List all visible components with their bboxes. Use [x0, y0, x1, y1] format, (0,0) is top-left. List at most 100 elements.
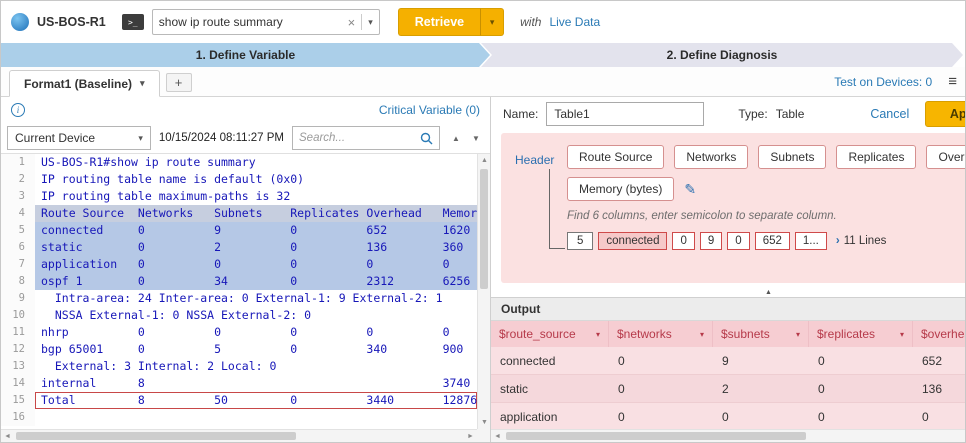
code-line[interactable]: 8ospf 1 0 34 0 2312 6256	[1, 273, 477, 290]
scroll-up-icon[interactable]: ▲	[478, 154, 490, 167]
collapse-row: ▲	[491, 287, 966, 297]
table-row[interactable]: application0000	[491, 403, 966, 429]
critical-variable-link[interactable]: Critical Variable (0)	[379, 103, 480, 117]
search-icon[interactable]	[420, 132, 433, 145]
sample-line-number[interactable]: 5	[567, 232, 593, 250]
table-name-input[interactable]	[546, 102, 704, 126]
sample-value-chip[interactable]: 652	[755, 232, 790, 250]
panel-actions: Cancel Apply ≡	[870, 101, 966, 127]
live-data-link[interactable]: Live Data	[549, 15, 600, 29]
output-column-header[interactable]: $replicates▾	[809, 321, 913, 347]
scrollbar-thumb[interactable]	[16, 432, 296, 440]
sample-value-chip[interactable]: 0	[672, 232, 694, 250]
sample-value-chip[interactable]: 0	[727, 232, 749, 250]
code-line[interactable]: 13 External: 3 Internal: 2 Local: 0	[1, 358, 477, 375]
sample-value-chip[interactable]: connected	[598, 232, 667, 250]
code-text	[35, 409, 477, 426]
format-tabs-row: Format1 (Baseline) ▾ + Test on Devices: …	[1, 67, 965, 97]
add-format-tab-button[interactable]: +	[166, 73, 192, 92]
line-number: 10	[1, 307, 35, 324]
device-name: US-BOS-R1	[37, 15, 106, 29]
table-cell: static	[491, 375, 609, 402]
output-column-header[interactable]: $overhead▾	[913, 321, 966, 347]
code-line[interactable]: 6static 0 2 0 136 360	[1, 239, 477, 256]
line-number: 6	[1, 239, 35, 256]
table-settings-bar: Name: Type: Table Cancel Apply ≡	[491, 97, 966, 131]
code-line[interactable]: 12bgp 65001 0 5 0 340 900	[1, 341, 477, 358]
column-chip[interactable]: Subnets	[758, 145, 826, 169]
scroll-left-icon[interactable]: ◄	[1, 430, 14, 442]
column-chip[interactable]: Route Source	[567, 145, 664, 169]
line-number: 4	[1, 205, 35, 222]
code-line[interactable]: 5connected 0 9 0 652 1620	[1, 222, 477, 239]
code-line[interactable]: 16	[1, 409, 477, 426]
column-chip[interactable]: Replicates	[836, 145, 916, 169]
line-number: 11	[1, 324, 35, 341]
sample-value-chip[interactable]: 1...	[795, 232, 827, 250]
scrollbar-thumb[interactable]	[480, 169, 488, 289]
step-define-variable[interactable]: 1. Define Variable	[1, 43, 490, 67]
chevron-down-icon: ▾	[490, 17, 495, 28]
column-chip[interactable]: Memory (bytes)	[567, 177, 674, 201]
left-panel-header: i Critical Variable (0)	[1, 97, 490, 123]
table-row[interactable]: static020136	[491, 375, 966, 403]
scroll-right-icon[interactable]: ►	[464, 430, 477, 442]
sample-value-chip[interactable]: 9	[700, 232, 722, 250]
code-line[interactable]: 4Route Source Networks Subnets Replicate…	[1, 205, 477, 222]
cli-output-area: 1US-BOS-R1#show ip route summary2IP rout…	[1, 153, 490, 442]
collapse-output-button[interactable]: ▲	[751, 289, 786, 296]
scrollbar-thumb[interactable]	[506, 432, 806, 440]
code-text: IP routing table name is default (0x0)	[35, 171, 477, 188]
edit-columns-icon[interactable]: ✎	[684, 181, 696, 198]
search-next-button[interactable]: ▼	[468, 130, 484, 146]
expand-lines-button[interactable]: › 11 Lines	[836, 235, 886, 247]
retrieve-dropdown-button[interactable]: ▾	[480, 8, 504, 36]
device-icon	[11, 13, 29, 31]
table-cell: 0	[913, 403, 966, 429]
apply-button[interactable]: Apply	[925, 101, 966, 127]
code-line[interactable]: 2IP routing table name is default (0x0)	[1, 171, 477, 188]
with-label: with	[520, 15, 541, 29]
search-input[interactable]	[299, 132, 416, 144]
line-number: 2	[1, 171, 35, 188]
table-parser-editor: × Header Route SourceNetworksSubnetsRepl…	[501, 133, 966, 283]
command-combo[interactable]: × ▾	[152, 9, 380, 35]
code-line[interactable]: 3IP routing table maximum-paths is 32	[1, 188, 477, 205]
code-line[interactable]: 9 Intra-area: 24 Inter-area: 0 External-…	[1, 290, 477, 307]
code-line[interactable]: 7application 0 0 0 0 0	[1, 256, 477, 273]
scroll-down-icon[interactable]: ▼	[478, 416, 490, 429]
retrieve-button[interactable]: Retrieve	[398, 8, 480, 36]
clear-command-icon[interactable]: ×	[348, 16, 356, 29]
code-line[interactable]: 15Total 8 50 0 3440 12876	[1, 392, 477, 409]
code-line[interactable]: 11nhrp 0 0 0 0 0	[1, 324, 477, 341]
table-cell: 652	[913, 347, 966, 374]
hamburger-menu-icon[interactable]: ≡	[948, 74, 957, 89]
column-name: $subnets	[721, 327, 770, 341]
step-define-diagnosis[interactable]: 2. Define Diagnosis	[481, 43, 963, 67]
scrollbar-track	[504, 430, 966, 442]
code-line[interactable]: 1US-BOS-R1#show ip route summary	[1, 154, 477, 171]
output-column-header[interactable]: $networks▾	[609, 321, 713, 347]
column-chip[interactable]: Overhead	[926, 145, 966, 169]
cancel-button[interactable]: Cancel	[870, 107, 909, 121]
test-on-devices-link[interactable]: Test on Devices: 0	[834, 75, 932, 89]
search-prev-button[interactable]: ▲	[448, 130, 464, 146]
code-line[interactable]: 14internal 8 3740	[1, 375, 477, 392]
column-chip[interactable]: Networks	[674, 145, 748, 169]
header-columns: Route Source Networks Subnets Replicates Ove…	[567, 145, 966, 201]
output-column-header[interactable]: $route_source▾	[491, 321, 609, 347]
table-row[interactable]: connected090652	[491, 347, 966, 375]
search-nav-group: ▲ ▼	[448, 130, 484, 146]
left-horizontal-scrollbar: ◄ ►	[1, 429, 477, 442]
line-number: 3	[1, 188, 35, 205]
chevron-down-icon[interactable]: ▾	[368, 18, 373, 27]
tab-format1-baseline[interactable]: Format1 (Baseline) ▾	[9, 70, 160, 97]
info-icon[interactable]: i	[11, 103, 25, 117]
scroll-left-icon[interactable]: ◄	[491, 430, 504, 443]
device-select[interactable]: Current Device ▾	[7, 126, 151, 150]
chevron-down-icon: ▾	[900, 330, 904, 339]
output-column-header[interactable]: $subnets▾	[713, 321, 809, 347]
command-input[interactable]	[159, 15, 342, 29]
chevron-down-icon: ▾	[596, 330, 600, 339]
code-line[interactable]: 10 NSSA External-1: 0 NSSA External-2: 0	[1, 307, 477, 324]
